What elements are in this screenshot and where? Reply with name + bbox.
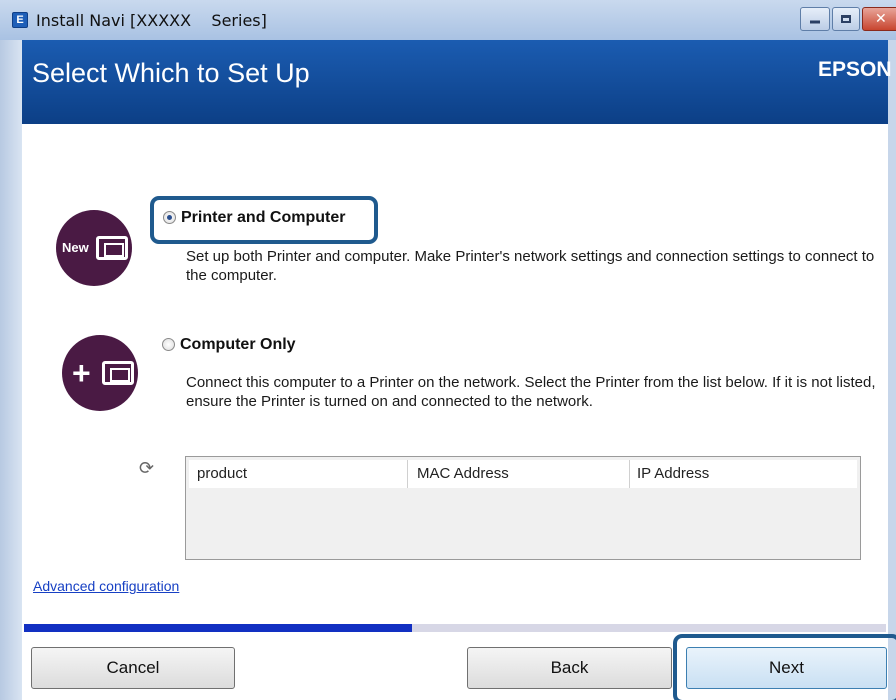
column-separator[interactable] (407, 460, 408, 488)
printer-and-computer-icon: New (56, 210, 132, 286)
back-button[interactable]: Back (467, 647, 672, 689)
app-icon: E (12, 12, 28, 28)
column-header-product[interactable]: product (197, 465, 247, 482)
printer-icon (96, 236, 128, 260)
plus-icon: + (72, 355, 91, 391)
minimize-icon (810, 20, 820, 24)
cancel-button[interactable]: Cancel (31, 647, 235, 689)
progress-bar (24, 624, 886, 632)
progress-fill (24, 624, 412, 632)
maximize-icon (841, 15, 851, 23)
advanced-configuration-link[interactable]: Advanced configuration (33, 578, 179, 594)
close-icon: ✕ (875, 11, 887, 27)
refresh-icon[interactable]: ⟳ (139, 458, 154, 479)
option-description-computer-only: Connect this computer to a Printer on th… (186, 374, 876, 410)
window-title: Install Navi [XXXXX Series] (36, 11, 267, 30)
selection-highlight (150, 196, 378, 244)
brand-logo: EPSON (818, 58, 892, 81)
option-label-computer-only[interactable]: Computer Only (180, 336, 296, 354)
maximize-button[interactable] (832, 7, 860, 31)
radio-computer-only[interactable] (162, 338, 175, 351)
printer-list-table[interactable]: product MAC Address IP Address (185, 456, 861, 560)
table-header: product MAC Address IP Address (189, 460, 857, 488)
column-header-mac-address[interactable]: MAC Address (417, 465, 509, 482)
window-left-frame (0, 40, 22, 700)
column-header-ip-address[interactable]: IP Address (637, 465, 709, 482)
printer-icon (102, 361, 134, 385)
window-right-frame (888, 40, 896, 700)
option-description-printer-and-computer: Set up both Printer and computer. Make P… (186, 248, 875, 284)
close-button[interactable]: ✕ (862, 7, 896, 31)
column-separator[interactable] (629, 460, 630, 488)
computer-only-icon: + (62, 335, 138, 411)
minimize-button[interactable] (800, 7, 830, 31)
new-tag: New (62, 240, 89, 255)
page-title: Select Which to Set Up (32, 58, 310, 88)
next-highlight (673, 634, 896, 700)
window-titlebar: E Install Navi [XXXXX Series] ✕ (0, 0, 896, 40)
